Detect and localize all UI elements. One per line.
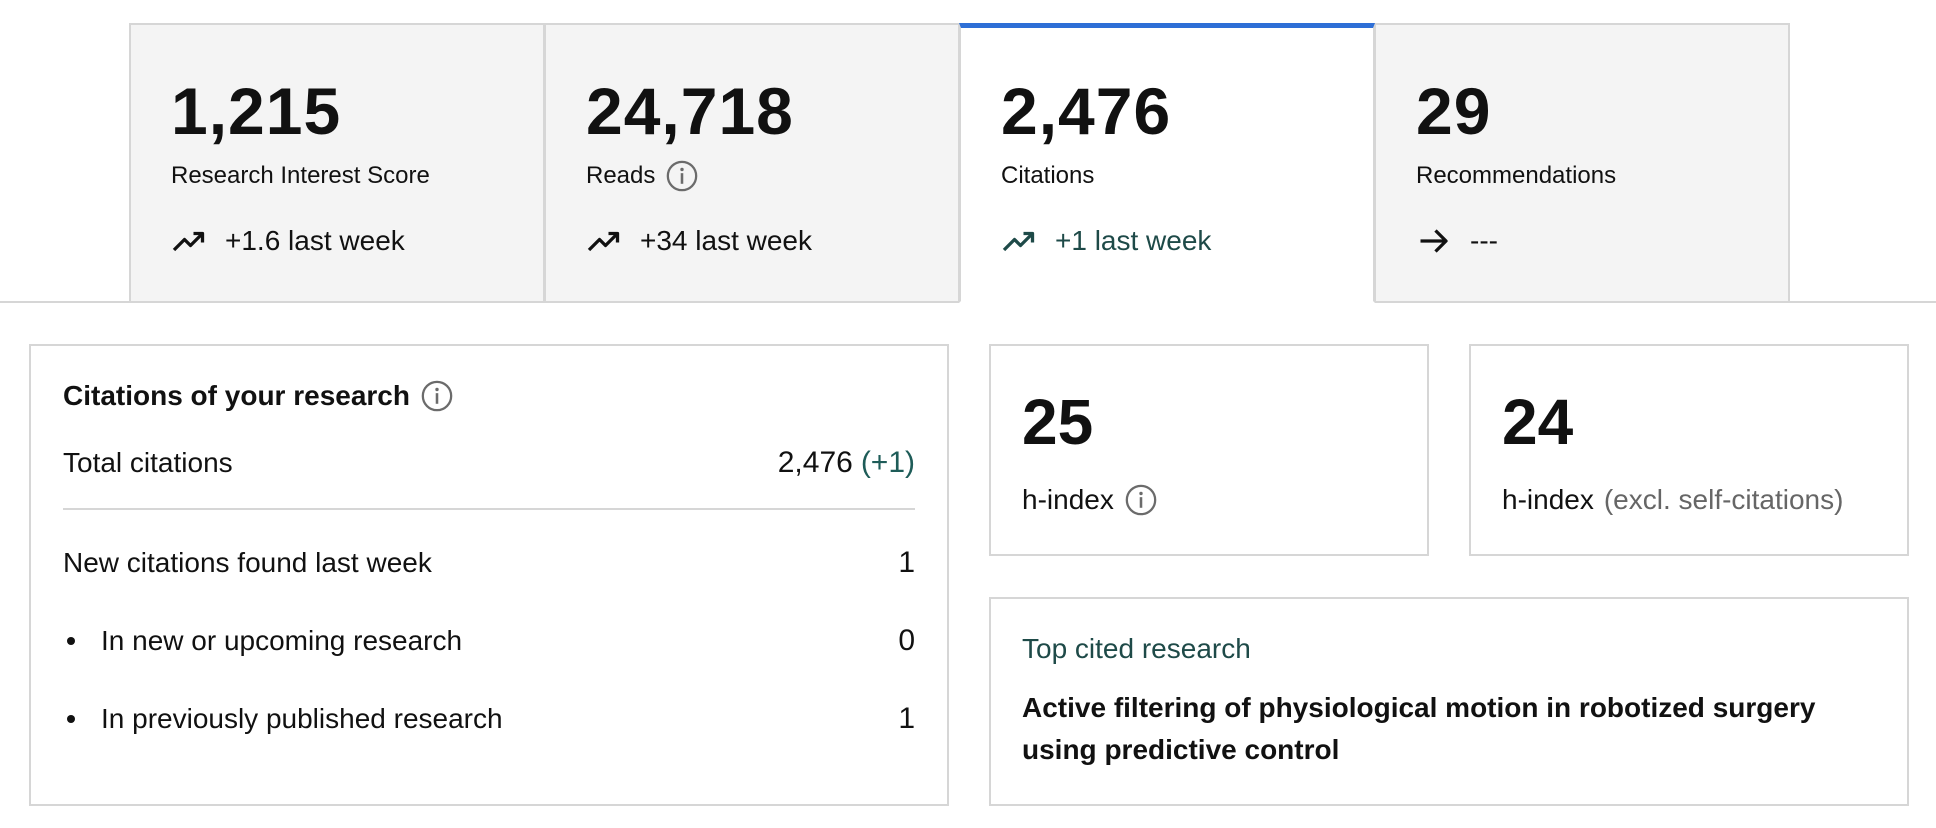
- panel-title-row: Citations of your research: [63, 376, 915, 416]
- stat-label-row: Research Interest Score: [171, 157, 543, 195]
- trend-row: ---: [1416, 223, 1788, 259]
- new-citations-label: New citations found last week: [63, 547, 432, 578]
- trend-text: +1.6 last week: [225, 225, 405, 256]
- h-index-label-row: h-index: [1022, 480, 1427, 520]
- list-item: In previously published research 1: [63, 680, 915, 758]
- stat-label-row: Recommendations: [1416, 157, 1788, 195]
- h-index-excl-value: 24: [1502, 386, 1574, 458]
- info-icon[interactable]: [665, 159, 699, 193]
- stat-value: 29: [1416, 74, 1492, 148]
- stat-tabs: 1,215 Research Interest Score +1.6 last …: [129, 23, 1790, 303]
- stat-label: Research Interest Score: [171, 162, 430, 189]
- trending-up-icon: [586, 223, 622, 259]
- new-citations-row: New citations found last week 1: [63, 524, 915, 602]
- total-citations-row: Total citations 2,476 (+1): [63, 438, 915, 488]
- trend-text: +1 last week: [1055, 225, 1212, 256]
- bullet-icon: [67, 715, 75, 723]
- list-item-label: In new or upcoming research: [101, 625, 463, 656]
- tab-research-interest-score[interactable]: 1,215 Research Interest Score +1.6 last …: [129, 23, 545, 303]
- list-item: In new or upcoming research 0: [63, 602, 915, 680]
- arrow-right-icon: [1416, 223, 1452, 259]
- stat-label: Citations: [1001, 162, 1095, 189]
- h-index-excl-sublabel: (excl. self-citations): [1603, 484, 1844, 515]
- total-citations-label: Total citations: [63, 447, 233, 478]
- citations-panel: Citations of your research Total citatio…: [29, 344, 949, 806]
- total-citations-value: 2,476: [777, 446, 853, 479]
- trend-row: +34 last week: [586, 223, 958, 259]
- trending-up-icon: [1001, 223, 1037, 259]
- list-item-value: 0: [898, 624, 915, 657]
- h-index-excl-label-row: h-index (excl. self-citations): [1502, 480, 1907, 520]
- panel-title: Citations of your research: [63, 380, 410, 411]
- stat-label-row: Reads: [586, 157, 958, 195]
- tab-citations[interactable]: 2,476 Citations +1 last week: [959, 23, 1375, 303]
- h-index-excl-card: 24 h-index (excl. self-citations): [1469, 344, 1909, 556]
- stat-label: Reads: [586, 162, 656, 189]
- list-item-label-group: In previously published research: [63, 703, 503, 735]
- top-cited-card: Top cited research Active filtering of p…: [989, 597, 1909, 806]
- stat-value: 2,476: [1001, 74, 1172, 148]
- list-item-label: In previously published research: [101, 703, 503, 734]
- tab-reads[interactable]: 24,718 Reads +34 last week: [544, 23, 960, 303]
- stat-value: 1,215: [171, 74, 342, 148]
- divider: [63, 508, 915, 510]
- trend-text: +34 last week: [640, 225, 812, 256]
- stat-label-row: Citations: [1001, 157, 1373, 195]
- h-index-label: h-index: [1022, 484, 1114, 515]
- top-cited-header: Top cited research: [1022, 633, 1251, 664]
- list-item-label-group: In new or upcoming research: [63, 625, 462, 657]
- trending-up-icon: [171, 223, 207, 259]
- new-citations-value: 1: [898, 546, 915, 579]
- h-index-card: 25 h-index: [989, 344, 1429, 556]
- tab-recommendations[interactable]: 29 Recommendations ---: [1374, 23, 1790, 303]
- total-citations-value-group: 2,476 (+1): [778, 446, 915, 480]
- top-cited-title-link[interactable]: Active filtering of physiological motion…: [1022, 687, 1875, 771]
- stat-value: 24,718: [586, 74, 794, 148]
- trend-text: ---: [1470, 225, 1498, 256]
- list-item-value: 1: [898, 702, 915, 735]
- h-index-value: 25: [1022, 386, 1094, 458]
- total-citations-delta: (+1): [860, 446, 915, 479]
- stat-label: Recommendations: [1416, 162, 1617, 189]
- h-index-excl-label: h-index: [1502, 484, 1594, 515]
- bullet-icon: [67, 637, 75, 645]
- trend-row: +1.6 last week: [171, 223, 543, 259]
- info-icon[interactable]: [1124, 483, 1158, 517]
- trend-row: +1 last week: [1001, 223, 1373, 259]
- info-icon[interactable]: [420, 379, 454, 413]
